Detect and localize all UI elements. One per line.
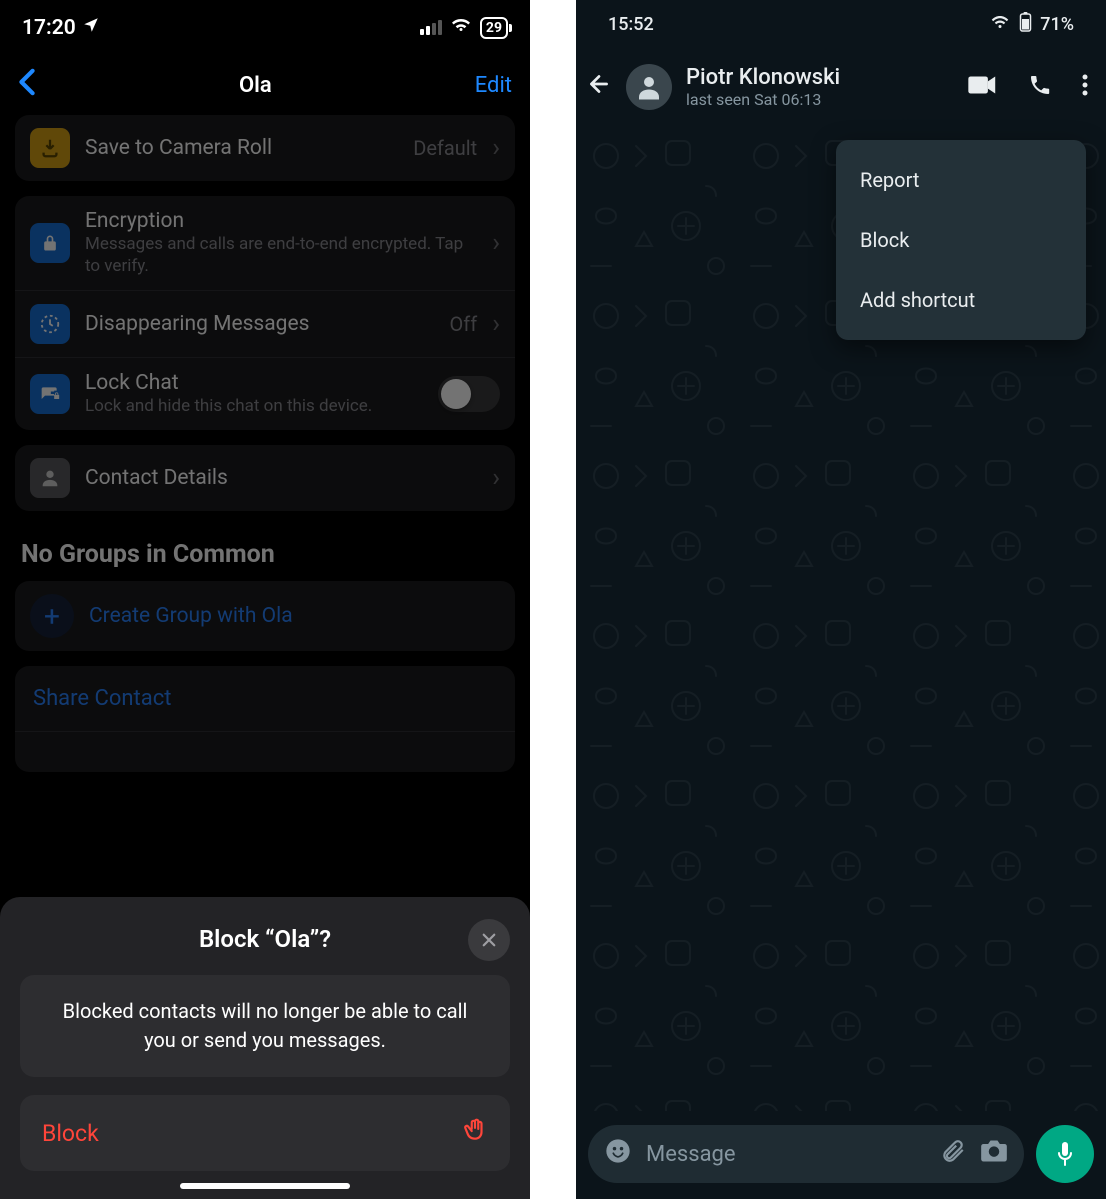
- encryption-row[interactable]: Encryption Messages and calls are end-to…: [15, 196, 515, 291]
- contact-details-row[interactable]: Contact Details ›: [15, 445, 515, 511]
- battery-icon: [1019, 12, 1032, 37]
- chevron-right-icon: ›: [492, 463, 500, 493]
- input-bar: Message: [588, 1125, 1094, 1183]
- chevron-right-icon: ›: [492, 309, 500, 339]
- row-label: Lock Chat: [85, 371, 423, 395]
- emoji-icon[interactable]: [604, 1137, 632, 1171]
- contact-name: Piotr Klonowski: [686, 65, 954, 90]
- ios-panel: 17:20 29 Ola Edit Save to Camera Roll: [0, 0, 530, 1199]
- cellular-icon: [420, 20, 442, 35]
- row-label: Create Group with Ola: [89, 604, 293, 628]
- menu-block[interactable]: Block: [836, 210, 1086, 270]
- lock-icon: [30, 223, 70, 263]
- divider: [530, 0, 576, 1199]
- video-call-button[interactable]: [968, 74, 998, 100]
- page-title: Ola: [239, 73, 272, 98]
- lock-chat-row[interactable]: Lock Chat Lock and hide this chat on thi…: [15, 358, 515, 430]
- message-input[interactable]: Message: [588, 1125, 1024, 1183]
- disappearing-row[interactable]: Disappearing Messages Off ›: [15, 291, 515, 358]
- android-time: 15:52: [608, 14, 654, 35]
- edit-button[interactable]: Edit: [475, 73, 512, 98]
- ios-nav-bar: Ola Edit: [0, 55, 530, 115]
- wifi-icon: [450, 16, 472, 40]
- groups-header: No Groups in Common: [15, 526, 515, 581]
- plus-icon: +: [30, 594, 74, 638]
- last-seen: last seen Sat 06:13: [686, 90, 954, 109]
- share-contact-row[interactable]: Share Contact: [15, 666, 515, 732]
- row-label: Disappearing Messages: [85, 312, 435, 336]
- ios-settings-list: Save to Camera Roll Default › Encryption…: [0, 115, 530, 772]
- row-label: Contact Details: [85, 466, 477, 490]
- battery-pct: 71%: [1040, 14, 1074, 35]
- row-sub: Messages and calls are end-to-end encryp…: [85, 233, 477, 277]
- attach-icon[interactable]: [940, 1138, 966, 1170]
- chevron-right-icon: ›: [492, 228, 500, 258]
- location-icon: [82, 16, 100, 40]
- chat-lock-icon: [30, 374, 70, 414]
- ios-time: 17:20: [22, 16, 76, 40]
- ios-status-bar: 17:20 29: [0, 0, 530, 55]
- row-value: Default: [413, 136, 477, 160]
- close-button[interactable]: [468, 919, 510, 961]
- row-value: Off: [450, 312, 478, 336]
- contact-name-box[interactable]: Piotr Klonowski last seen Sat 06:13: [686, 65, 954, 109]
- person-icon: [30, 458, 70, 498]
- download-icon: [30, 128, 70, 168]
- voice-call-button[interactable]: [1028, 73, 1052, 101]
- chevron-right-icon: ›: [492, 133, 500, 163]
- back-button[interactable]: [18, 65, 36, 105]
- overflow-menu: Report Block Add shortcut: [836, 140, 1086, 340]
- block-sheet: Block “Ola”? Blocked contacts will no lo…: [0, 897, 530, 1199]
- lock-chat-toggle[interactable]: [438, 376, 500, 412]
- menu-report[interactable]: Report: [836, 150, 1086, 210]
- row-label: Encryption: [85, 209, 477, 233]
- android-status-bar: 15:52 71%: [576, 0, 1106, 48]
- hidden-row[interactable]: [15, 732, 515, 772]
- mic-button[interactable]: [1036, 1125, 1094, 1183]
- contact-avatar[interactable]: [626, 64, 672, 110]
- chat-header: Piotr Klonowski last seen Sat 06:13: [576, 48, 1106, 126]
- hand-icon: [462, 1117, 488, 1149]
- back-button[interactable]: [586, 71, 612, 104]
- sheet-title: Block “Ola”?: [199, 925, 331, 953]
- camera-icon[interactable]: [980, 1139, 1008, 1169]
- menu-add-shortcut[interactable]: Add shortcut: [836, 270, 1086, 330]
- timer-icon: [30, 304, 70, 344]
- wifi-icon: [989, 13, 1011, 36]
- save-camera-roll-row[interactable]: Save to Camera Roll Default ›: [15, 115, 515, 181]
- message-placeholder: Message: [646, 1142, 926, 1167]
- row-label: Save to Camera Roll: [85, 136, 398, 160]
- home-indicator[interactable]: [180, 1183, 350, 1189]
- battery-icon: 29: [480, 17, 508, 39]
- block-label: Block: [42, 1120, 99, 1147]
- more-menu-button[interactable]: [1082, 73, 1088, 101]
- row-sub: Lock and hide this chat on this device.: [85, 395, 423, 417]
- block-button[interactable]: Block: [20, 1095, 510, 1171]
- create-group-row[interactable]: + Create Group with Ola: [15, 581, 515, 651]
- sheet-message: Blocked contacts will no longer be able …: [20, 975, 510, 1077]
- android-panel: 15:52 71% Piotr Klonowski last seen Sat …: [576, 0, 1106, 1199]
